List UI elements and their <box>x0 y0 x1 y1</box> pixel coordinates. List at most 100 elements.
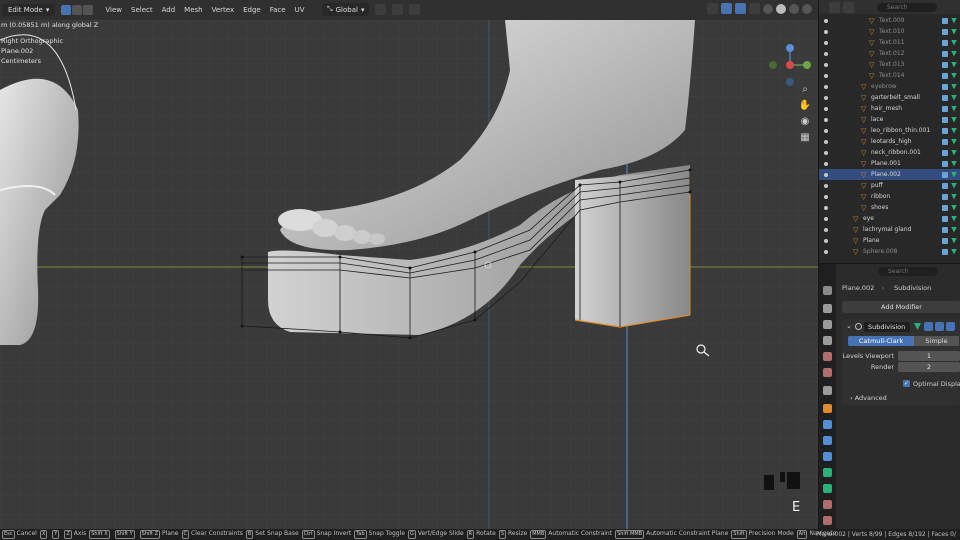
face-select-icon[interactable] <box>83 5 94 15</box>
visibility-eye-icon[interactable] <box>824 84 828 89</box>
visibility-eye-icon[interactable] <box>824 40 828 45</box>
camera-icon[interactable]: ◉ <box>797 114 813 130</box>
filter-icon[interactable] <box>843 1 854 13</box>
menu-face[interactable]: Face <box>270 6 286 14</box>
mode-dropdown[interactable]: Edit Mode ▾ <box>2 4 56 16</box>
menu-select[interactable]: Select <box>131 6 153 14</box>
outliner-row[interactable]: ▽ eyebrow <box>819 81 960 92</box>
3d-viewport[interactable]: m (0.05851 m) along global Z Right Ortho… <box>0 20 818 529</box>
render-toggle-icon[interactable] <box>946 322 955 331</box>
visibility-eye-icon[interactable] <box>824 139 828 144</box>
editor-type-icon[interactable] <box>829 1 840 13</box>
menu-mesh[interactable]: Mesh <box>184 6 202 14</box>
outliner-row[interactable]: ▽ lace <box>819 114 960 125</box>
outliner-row[interactable]: ▽ leotards_high <box>819 136 960 147</box>
simple-option[interactable]: Simple <box>914 336 959 346</box>
outliner-row[interactable]: ▽ eye <box>819 213 960 224</box>
visibility-eye-icon[interactable] <box>824 62 828 67</box>
vertex-select-icon[interactable] <box>61 5 72 15</box>
view-layer-tab-icon[interactable] <box>823 336 832 345</box>
add-modifier-button[interactable]: Add Modifier <box>842 301 960 313</box>
outliner-row[interactable]: ▽ lachrymal gland <box>819 224 960 235</box>
outliner-row[interactable]: ▽ hair_mesh <box>819 103 960 114</box>
visibility-eye-icon[interactable] <box>824 51 828 56</box>
outliner-row[interactable]: ▽ Sphere.008 <box>819 246 960 257</box>
material-shading-icon[interactable] <box>789 3 799 14</box>
particles-tab-icon[interactable] <box>823 436 832 445</box>
menu-edge[interactable]: Edge <box>243 6 261 14</box>
data-tab-icon[interactable] <box>823 484 832 493</box>
outliner-row[interactable]: ▽ Plane.002 <box>819 169 960 180</box>
visibility-icon[interactable] <box>707 3 718 14</box>
modifier-tab-icon[interactable] <box>823 420 832 429</box>
world-tab-icon[interactable] <box>823 368 832 377</box>
outliner-row[interactable]: ▽ ribbon <box>819 191 960 202</box>
constraints-tab-icon[interactable] <box>823 468 832 477</box>
visibility-eye-icon[interactable] <box>824 183 828 188</box>
pan-hand-icon[interactable]: ✋ <box>797 98 813 114</box>
wireframe-shading-icon[interactable] <box>763 3 773 14</box>
outliner-row[interactable]: ▽ Text.014 <box>819 70 960 81</box>
outliner-row[interactable]: ▽ neck_ribbon.001 <box>819 147 960 158</box>
visibility-eye-icon[interactable] <box>824 95 828 100</box>
outliner-row[interactable]: ▽ garterbelt_small <box>819 92 960 103</box>
snap-icon[interactable] <box>392 4 404 15</box>
modifier-name-field[interactable]: Subdivision <box>864 322 910 332</box>
scene-tab-icon[interactable] <box>823 352 832 361</box>
xray-icon[interactable] <box>749 3 760 14</box>
render-levels-field[interactable]: 2 <box>898 362 960 372</box>
outliner-search[interactable]: Search <box>877 2 937 12</box>
visibility-eye-icon[interactable] <box>824 238 828 243</box>
visibility-eye-icon[interactable] <box>824 106 828 111</box>
outliner-row[interactable]: ▽ Text.011 <box>819 37 960 48</box>
output-tab-icon[interactable] <box>823 320 832 329</box>
visibility-eye-icon[interactable] <box>824 18 828 23</box>
physics-tab-icon[interactable] <box>823 452 832 461</box>
render-tab-icon[interactable] <box>823 304 832 313</box>
solid-shading-icon[interactable] <box>776 3 786 14</box>
visibility-eye-icon[interactable] <box>824 205 828 210</box>
orientation-dropdown[interactable]: ⤡ Global ▾ <box>322 3 370 16</box>
outliner-row[interactable]: ▽ Text.012 <box>819 48 960 59</box>
material-tab-icon[interactable] <box>823 500 832 509</box>
visibility-eye-icon[interactable] <box>824 227 828 232</box>
gizmo-toggle-icon[interactable] <box>721 3 732 14</box>
menu-uv[interactable]: UV <box>295 6 305 14</box>
proportional-edit-icon[interactable] <box>409 4 421 15</box>
edit-mode-toggle-icon[interactable] <box>914 323 921 330</box>
visibility-eye-icon[interactable] <box>824 128 828 133</box>
tool-tab-icon[interactable] <box>823 286 832 295</box>
menu-add[interactable]: Add <box>162 6 176 14</box>
outliner-row[interactable]: ▽ leo_ribbon_thin.001 <box>819 125 960 136</box>
menu-vertex[interactable]: Vertex <box>212 6 235 14</box>
outliner-row[interactable]: ▽ puff <box>819 180 960 191</box>
zoom-icon[interactable]: ⌕ <box>797 82 813 98</box>
visibility-eye-icon[interactable] <box>824 161 828 166</box>
overlay-toggle-icon[interactable] <box>735 3 746 14</box>
collection-tab-icon[interactable] <box>823 386 832 395</box>
cage-toggle-icon[interactable] <box>924 322 933 331</box>
properties-search[interactable]: Search <box>878 267 938 276</box>
object-tab-icon[interactable] <box>823 404 832 413</box>
viewport-toggle-icon[interactable] <box>935 322 944 331</box>
edge-select-icon[interactable] <box>72 5 83 15</box>
visibility-eye-icon[interactable] <box>824 216 828 221</box>
outliner-row[interactable]: ▽ Text.009 <box>819 15 960 26</box>
levels-viewport-field[interactable]: 1 <box>898 351 960 361</box>
outliner-row[interactable]: ▽ Text.010 <box>819 26 960 37</box>
visibility-eye-icon[interactable] <box>824 117 828 122</box>
visibility-eye-icon[interactable] <box>824 249 828 254</box>
visibility-eye-icon[interactable] <box>824 29 828 34</box>
texture-tab-icon[interactable] <box>823 516 832 525</box>
visibility-eye-icon[interactable] <box>824 172 828 177</box>
collapse-chevron-icon[interactable]: ⌄ <box>846 322 852 330</box>
rendered-shading-icon[interactable] <box>802 3 812 14</box>
visibility-eye-icon[interactable] <box>824 194 828 199</box>
menu-view[interactable]: View <box>105 6 122 14</box>
visibility-eye-icon[interactable] <box>824 150 828 155</box>
outliner-row[interactable]: ▽ Text.013 <box>819 59 960 70</box>
optimal-display-checkbox[interactable]: ✓ <box>903 380 910 387</box>
outliner-row[interactable]: ▽ Plane <box>819 235 960 246</box>
visibility-eye-icon[interactable] <box>824 73 828 78</box>
advanced-section[interactable]: › Advanced <box>850 394 887 402</box>
